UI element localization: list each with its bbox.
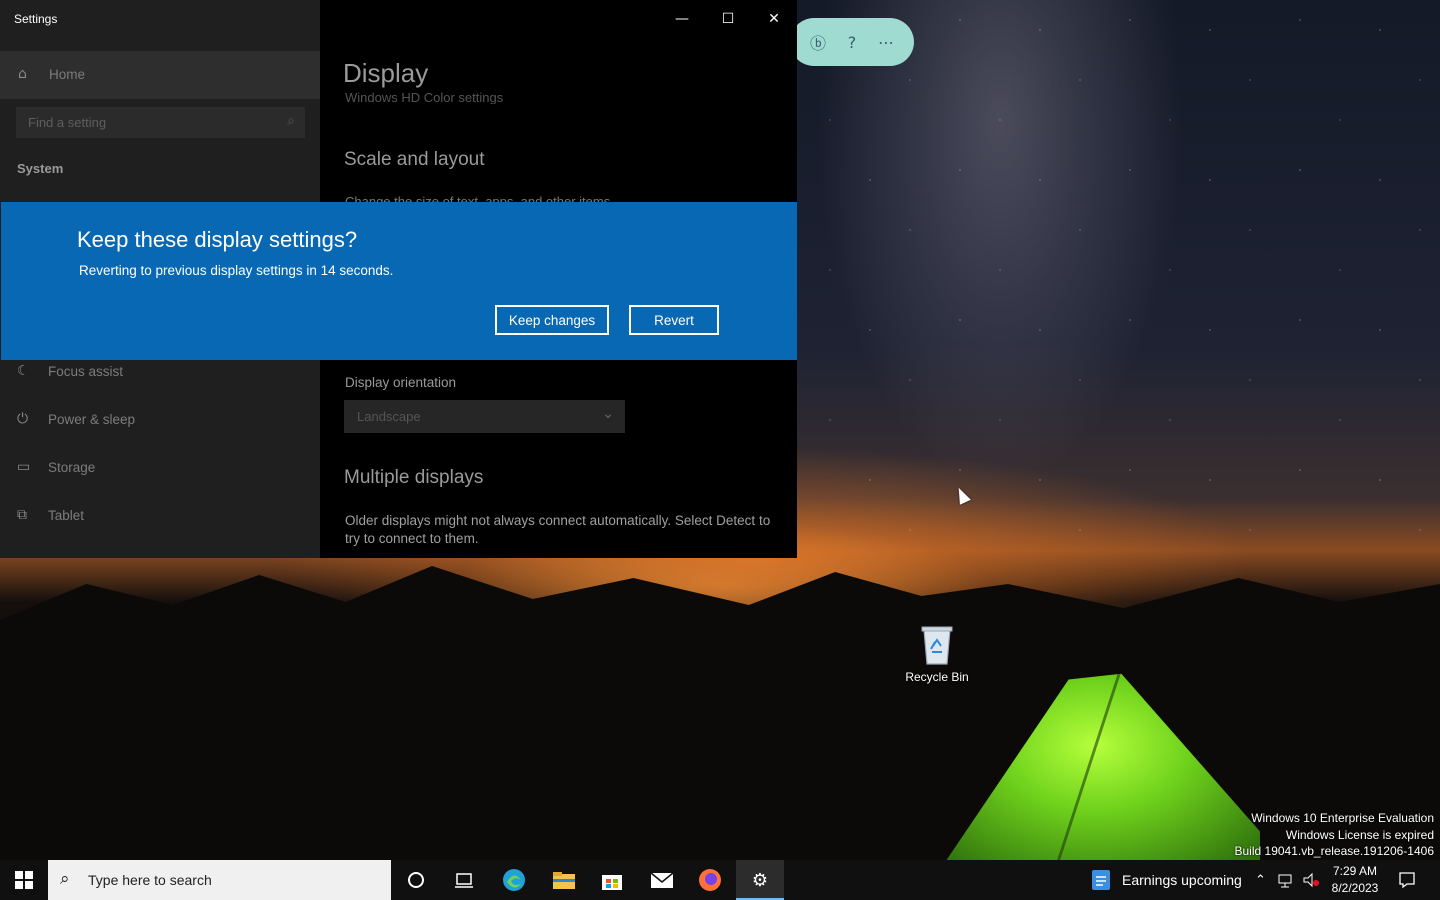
store-icon[interactable] (588, 860, 636, 900)
minimize-icon: — (675, 11, 689, 27)
help-icon[interactable]: ? (842, 33, 862, 52)
news-widget[interactable]: Earnings upcoming (1090, 860, 1242, 900)
storage-icon: ▭ (17, 459, 31, 475)
recycle-bin-icon (920, 624, 954, 666)
clock-date: 8/2/2023 (1331, 881, 1379, 895)
windows-logo-icon (15, 871, 33, 889)
watermark-line: Windows 10 Enterprise Evaluation (1251, 811, 1434, 825)
more-icon[interactable]: ⋯ (876, 33, 896, 52)
maximize-icon: ☐ (721, 11, 735, 27)
task-view-icon[interactable] (440, 860, 488, 900)
power-icon: ⏻ (17, 411, 29, 427)
network-icon[interactable] (1278, 860, 1296, 900)
sidebar-item-home[interactable]: ⌂ Home (0, 51, 320, 99)
watermark-line: Windows License is expired (1285, 827, 1434, 842)
recycle-bin-label: Recycle Bin (905, 670, 969, 684)
maximize-button[interactable]: ☐ (705, 0, 751, 38)
multiple-displays-description: Older displays might not always connect … (345, 513, 771, 546)
floating-toolbar: ⓑ ? ⋯ (790, 18, 914, 66)
firefox-icon[interactable] (686, 860, 734, 900)
bing-icon[interactable]: ⓑ (808, 30, 828, 54)
sidebar-item-label: Power & sleep (48, 412, 136, 427)
news-icon (1092, 870, 1110, 890)
news-label: Earnings upcoming (1122, 872, 1242, 888)
show-hidden-icons-button[interactable]: ⌃ (1255, 860, 1266, 900)
orientation-dropdown[interactable]: Landscape ⌄ (344, 400, 625, 433)
taskbar: ⌕ Type here to search ⚙ Earnings upcomin… (0, 860, 1440, 900)
taskbar-search-input[interactable]: ⌕ Type here to search (48, 860, 391, 900)
search-placeholder: Find a setting (28, 115, 107, 130)
search-icon: ⌕ (287, 113, 295, 129)
settings-icon: ⚙ (751, 869, 769, 891)
window-title: Settings (14, 12, 58, 26)
orientation-value: Landscape (357, 409, 421, 424)
multiple-displays-heading: Multiple displays (344, 467, 484, 488)
revert-button[interactable]: Revert (629, 305, 719, 335)
home-icon: ⌂ (18, 66, 27, 82)
orientation-label: Display orientation (345, 375, 457, 390)
notification-icon (1399, 872, 1415, 889)
windows-watermark: Windows 10 Enterprise Evaluation Windows… (1235, 810, 1435, 860)
volume-muted-icon[interactable] (1302, 860, 1320, 900)
scale-layout-subtext: Change the size of text, apps, and other… (345, 194, 611, 202)
clock-time: 7:29 AM (1332, 864, 1378, 878)
sidebar-item-label: Tablet (48, 508, 85, 523)
mail-icon[interactable] (638, 860, 686, 900)
taskbar-clock[interactable]: 7:29 AM 8/2/2023 (1320, 863, 1390, 897)
close-button[interactable]: ✕ (751, 0, 797, 38)
hd-color-link[interactable]: Windows HD Color settings (345, 90, 503, 104)
edge-icon[interactable] (490, 860, 538, 900)
close-icon: ✕ (768, 11, 780, 27)
recycle-bin[interactable]: Recycle Bin (897, 624, 977, 684)
file-explorer-icon[interactable] (540, 860, 588, 900)
scale-layout-heading: Scale and layout (344, 149, 485, 170)
keep-settings-dialog: Keep these display settings? Reverting t… (1, 202, 797, 360)
settings-taskbar-button[interactable]: ⚙ (736, 860, 784, 900)
chevron-down-icon: ⌄ (602, 406, 614, 422)
tablet-icon: ⧉ (17, 507, 27, 523)
page-title: Display (343, 58, 429, 88)
chevron-up-icon: ⌃ (1255, 872, 1266, 888)
cortana-icon[interactable] (392, 860, 440, 900)
window-titlebar: Settings — ☐ ✕ (0, 0, 797, 38)
sidebar-section-title: System (17, 161, 64, 176)
taskbar-search-placeholder: Type here to search (88, 872, 212, 888)
keep-changes-button[interactable]: Keep changes (495, 305, 609, 335)
find-setting-input[interactable]: Find a setting ⌕ (16, 107, 305, 138)
sidebar-item-label: Storage (48, 460, 96, 475)
dialog-message: Reverting to previous display settings i… (79, 263, 394, 278)
action-center-button[interactable] (1398, 860, 1416, 900)
dialog-title: Keep these display settings? (77, 227, 358, 252)
minimize-button[interactable]: — (659, 0, 705, 38)
start-button[interactable] (0, 860, 48, 900)
watermark-line: Build 19041.vb_release.191206-1406 (1234, 844, 1435, 858)
moon-icon: ☾ (17, 363, 30, 379)
sidebar-item-label: Home (49, 67, 86, 82)
sidebar-item-label: Focus assist (48, 364, 124, 379)
search-icon: ⌕ (60, 869, 70, 889)
